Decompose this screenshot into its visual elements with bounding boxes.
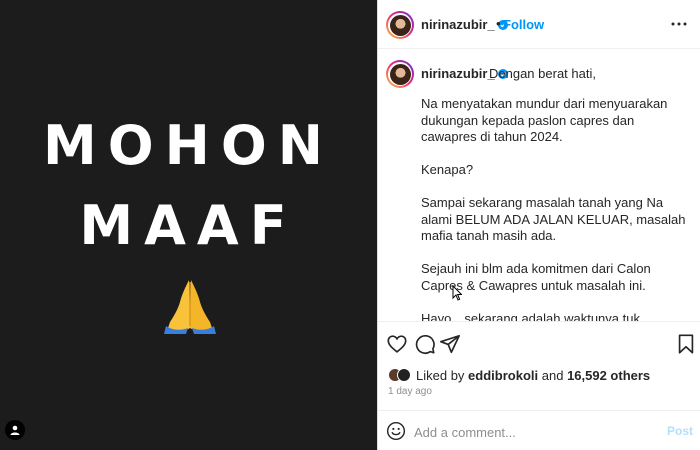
heart-icon[interactable] — [386, 333, 408, 355]
caption-avatar[interactable] — [386, 60, 414, 88]
post-side-panel: nirinazubir_ • Follow nirinazubir_ Denga… — [377, 0, 700, 450]
caption-first-line: Dengan berat hati, — [489, 66, 596, 81]
header-username[interactable]: nirinazubir_ — [421, 17, 508, 32]
likes-prefix: Liked by — [416, 367, 465, 383]
avatar[interactable] — [386, 11, 414, 39]
likes-and: and — [541, 367, 564, 383]
post-comment-button[interactable]: Post — [667, 424, 693, 438]
comment-input[interactable] — [414, 423, 634, 441]
post-header: nirinazubir_ • Follow — [378, 0, 700, 49]
bookmark-icon[interactable] — [675, 333, 697, 355]
image-text-line-1: MOHON — [43, 114, 334, 177]
comment-box: Post — [378, 410, 700, 450]
liker-avatar — [397, 368, 411, 382]
post-image[interactable]: MOHON MAAF — [0, 0, 377, 450]
image-text-line-2: MAAF — [79, 194, 298, 257]
emoji-icon[interactable] — [386, 421, 406, 441]
folded-hands-emoji — [164, 280, 216, 334]
share-icon[interactable] — [439, 333, 461, 355]
action-bar — [378, 321, 700, 365]
user-tag-icon[interactable] — [5, 420, 25, 440]
caption-paragraph: Kenapa? — [421, 162, 474, 177]
post-timestamp[interactable]: 1 day ago — [388, 386, 432, 397]
comment-icon[interactable] — [414, 333, 436, 355]
mouse-cursor-icon — [452, 285, 462, 301]
header-separator: • — [496, 16, 501, 31]
caption-paragraph: Sampai sekarang masalah tanah yang Na al… — [421, 195, 686, 243]
caption-paragraph: Na menyatakan mundur dari menyuarakan du… — [421, 96, 668, 144]
more-icon[interactable] — [669, 14, 689, 34]
likes-user[interactable]: eddibrokoli — [468, 368, 538, 383]
likes-summary[interactable]: Liked by eddibrokoli and 16,592 others — [388, 366, 650, 384]
instagram-post-view: MOHON MAAF nirinazubir_ • Follow nirinaz… — [0, 0, 700, 450]
caption-paragraph: Hayo…sekarang adalah waktunya tuk membuk… — [421, 310, 640, 322]
follow-button[interactable]: Follow — [503, 17, 544, 32]
likes-others[interactable]: 16,592 others — [567, 368, 650, 383]
caption-area[interactable]: nirinazubir_ Dengan berat hati, Na menya… — [378, 49, 700, 321]
